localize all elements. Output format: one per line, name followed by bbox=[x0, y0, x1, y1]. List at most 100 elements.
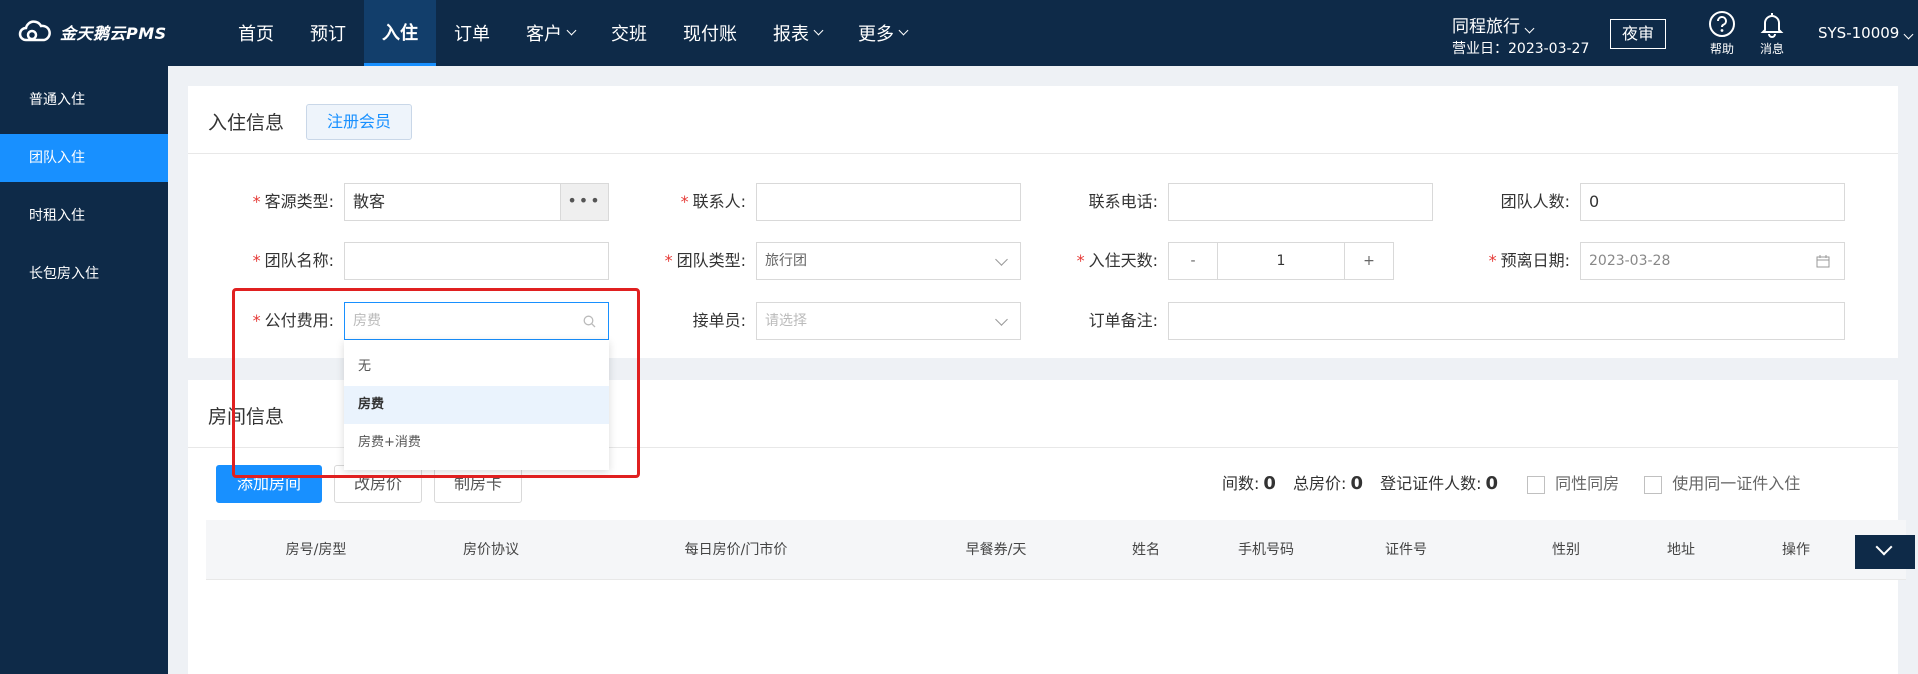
label-text: 团队类型: bbox=[676, 251, 746, 270]
logo[interactable]: 金天鹅云PMS bbox=[18, 20, 167, 44]
nav-checkin[interactable]: 入住 bbox=[364, 0, 436, 66]
phone-label: 联系电话: bbox=[1088, 192, 1158, 211]
sidebar-item-group-checkin[interactable]: 团队入住 bbox=[0, 134, 168, 182]
sidebar: 普通入住 团队入住 时租入住 长包房入住 bbox=[0, 66, 168, 674]
required-mark: * bbox=[1076, 251, 1085, 270]
receiver-label: 接单员: bbox=[692, 311, 746, 330]
source-type-value: 散客 bbox=[353, 192, 386, 211]
dropdown-option-room-fee[interactable]: 房费 bbox=[344, 386, 609, 424]
room-stats: 间数: 0 总房价: 0 登记证件人数: 0 同性同房 使用同一证件入住 bbox=[1222, 470, 1800, 494]
group-type-select[interactable]: 旅行团 bbox=[756, 242, 1021, 280]
chevron-down-icon bbox=[1524, 23, 1535, 34]
cloud-logo-icon bbox=[18, 20, 51, 42]
collapse-button[interactable] bbox=[1855, 535, 1915, 569]
messages-button[interactable]: 消息 bbox=[1752, 10, 1792, 57]
id-count-value: 0 bbox=[1485, 473, 1498, 494]
nav-orders[interactable]: 订单 bbox=[436, 0, 508, 66]
room-table-header: 房号/房型 房价协议 每日房价/门市价 早餐券/天 姓名 手机号码 证件号 性别… bbox=[206, 520, 1906, 580]
nav-customers[interactable]: 客户 bbox=[508, 0, 593, 66]
nav-reports[interactable]: 报表 bbox=[755, 0, 840, 66]
agency-selector[interactable]: 同程旅行 bbox=[1452, 12, 1535, 37]
required-mark: * bbox=[252, 251, 261, 270]
group-count-label: 团队人数: bbox=[1500, 192, 1570, 211]
public-fee-dropdown: 无 房费 房费+消费 bbox=[344, 340, 609, 470]
required-mark: * bbox=[252, 311, 261, 330]
dropdown-option-none[interactable]: 无 bbox=[344, 348, 609, 386]
sidebar-item-long-stay-checkin[interactable]: 长包房入住 bbox=[0, 250, 168, 298]
checkin-info-title: 入住信息 bbox=[208, 112, 285, 134]
column-header: 房号/房型 bbox=[285, 542, 347, 558]
help-label: 帮助 bbox=[1709, 42, 1734, 56]
contact-label: * 联系人: bbox=[626, 183, 746, 221]
label-text: 联系人: bbox=[692, 192, 746, 211]
nav-cash-account[interactable]: 现付账 bbox=[665, 0, 755, 66]
label-text: 预离日期: bbox=[1500, 251, 1570, 270]
group-count-input[interactable]: 0 bbox=[1580, 183, 1845, 221]
contact-input[interactable] bbox=[756, 183, 1021, 221]
same-id-label: 使用同一证件入住 bbox=[1672, 474, 1801, 493]
chevron-down-icon bbox=[1875, 538, 1893, 556]
column-header: 每日房价/门市价 bbox=[684, 542, 788, 558]
chevron-down-icon bbox=[995, 313, 1008, 326]
nav-shift[interactable]: 交班 bbox=[593, 0, 665, 66]
nav-home[interactable]: 首页 bbox=[220, 0, 292, 66]
order-note-input[interactable] bbox=[1168, 302, 1845, 340]
nav-label: 更多 bbox=[858, 24, 894, 45]
nav-label: 现付账 bbox=[683, 24, 737, 45]
nav-label: 首页 bbox=[238, 24, 274, 45]
dropdown-option-room-and-consumption[interactable]: 房费+消费 bbox=[344, 424, 609, 462]
same-gender-label: 同性同房 bbox=[1555, 474, 1620, 493]
label-text: 入住天数: bbox=[1088, 251, 1158, 270]
sidebar-item-hourly-checkin[interactable]: 时租入住 bbox=[0, 192, 168, 240]
nav-label: 报表 bbox=[773, 24, 809, 45]
bell-icon bbox=[1760, 13, 1784, 38]
column-header: 性别 bbox=[1552, 542, 1580, 558]
departure-date-label: * 预离日期: bbox=[1450, 242, 1570, 280]
night-audit-button[interactable]: 夜审 bbox=[1610, 19, 1666, 49]
column-header: 地址 bbox=[1667, 542, 1695, 558]
order-note-label: 订单备注: bbox=[1088, 311, 1158, 330]
required-mark: * bbox=[252, 192, 261, 211]
stay-days-value[interactable]: 1 bbox=[1217, 243, 1345, 279]
decrement-button[interactable]: - bbox=[1169, 243, 1217, 279]
checkin-info-header: 入住信息 注册会员 bbox=[188, 86, 1898, 154]
column-header: 早餐券/天 bbox=[965, 542, 1027, 558]
chevron-down-icon bbox=[566, 25, 577, 36]
public-fee-select[interactable]: 房费 bbox=[344, 302, 609, 340]
phone-input[interactable] bbox=[1168, 183, 1433, 221]
stay-days-stepper: - 1 + bbox=[1168, 242, 1394, 280]
chevron-down-icon bbox=[898, 25, 909, 36]
column-header: 操作 bbox=[1782, 542, 1810, 558]
make-card-button[interactable]: 制房卡 bbox=[434, 465, 522, 503]
more-options-button[interactable]: ••• bbox=[560, 184, 608, 220]
total-price-value: 0 bbox=[1350, 473, 1363, 494]
nav-label: 交班 bbox=[611, 24, 647, 45]
user-menu[interactable]: SYS-10009 bbox=[1818, 24, 1914, 42]
register-member-button[interactable]: 注册会员 bbox=[306, 104, 412, 140]
logo-text: 金天鹅云PMS bbox=[60, 24, 167, 43]
label-text: 公付费用: bbox=[264, 311, 334, 330]
change-price-button[interactable]: 改房价 bbox=[334, 465, 422, 503]
increment-button[interactable]: + bbox=[1345, 243, 1393, 279]
receiver-placeholder: 请选择 bbox=[765, 313, 807, 329]
nav-more[interactable]: 更多 bbox=[840, 0, 925, 66]
room-info-title: 房间信息 bbox=[208, 406, 285, 428]
group-name-input[interactable] bbox=[344, 242, 609, 280]
departure-date-picker[interactable]: 2023-03-28 bbox=[1580, 242, 1845, 280]
user-name: SYS-10009 bbox=[1818, 24, 1900, 42]
help-icon bbox=[1709, 11, 1735, 37]
group-name-label: * 团队名称: bbox=[214, 242, 334, 280]
nav-booking[interactable]: 预订 bbox=[292, 0, 364, 66]
add-room-button[interactable]: 添加房间 bbox=[216, 465, 322, 503]
help-button[interactable]: 帮助 bbox=[1702, 10, 1742, 57]
source-type-label: * 客源类型: bbox=[214, 183, 334, 221]
receiver-select[interactable]: 请选择 bbox=[756, 302, 1021, 340]
nav-label: 预订 bbox=[310, 24, 346, 45]
search-icon bbox=[583, 315, 596, 328]
group-type-value: 旅行团 bbox=[765, 253, 807, 269]
same-gender-checkbox[interactable] bbox=[1527, 475, 1546, 494]
sidebar-item-normal-checkin[interactable]: 普通入住 bbox=[0, 76, 168, 124]
same-id-checkbox[interactable] bbox=[1644, 475, 1663, 494]
chevron-down-icon bbox=[813, 25, 824, 36]
source-type-field[interactable]: 散客 ••• bbox=[344, 183, 609, 221]
